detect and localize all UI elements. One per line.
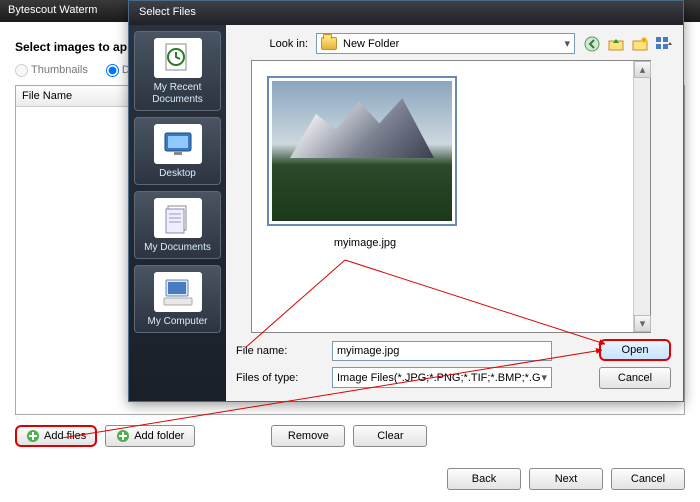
radio-thumbnails-label: Thumbnails: [31, 64, 88, 76]
lookin-value: New Folder: [343, 38, 399, 50]
image-thumbnail[interactable]: [267, 76, 457, 226]
folder-icon: [321, 37, 337, 50]
nav-buttons: Back Next Cancel: [447, 468, 685, 490]
cancel-button-dialog[interactable]: Cancel: [599, 367, 671, 389]
sidebar-item-desktop[interactable]: Desktop: [134, 117, 221, 185]
chevron-down-icon: ▾: [541, 371, 547, 384]
desktop-icon: [154, 124, 202, 164]
view-menu-icon[interactable]: [655, 35, 673, 53]
scroll-down-button[interactable]: ▾: [634, 315, 651, 332]
dialog-title-text: Select Files: [139, 6, 196, 18]
lookin-label: Look in:: [236, 38, 308, 50]
next-button[interactable]: Next: [529, 468, 603, 490]
remove-button[interactable]: Remove: [271, 425, 345, 447]
sidebar-item-label: Desktop: [137, 168, 218, 180]
scroll-up-button[interactable]: ▴: [634, 61, 651, 78]
sidebar-item-label: My Computer: [137, 316, 218, 328]
radio-thumbnails[interactable]: Thumbnails: [15, 64, 88, 76]
vertical-scrollbar[interactable]: ▴ ▾: [633, 61, 650, 332]
add-folder-label: Add folder: [134, 430, 184, 442]
image-content: [272, 81, 452, 221]
add-icon: [116, 429, 130, 443]
filetype-value: Image Files(*.JPG;*.PNG;*.TIF;*.BMP;*.GI…: [337, 372, 541, 384]
sidebar-item-mydocs[interactable]: My Documents: [134, 191, 221, 259]
back-label: Back: [472, 473, 496, 485]
back-button[interactable]: Back: [447, 468, 521, 490]
cancel-label-dialog: Cancel: [618, 372, 652, 384]
sidebar-item-mycomputer[interactable]: My Computer: [134, 265, 221, 333]
dialog-right-pane: Look in: New Folder ▾: [226, 25, 683, 401]
cancel-label-main: Cancel: [631, 473, 665, 485]
add-files-label: Add files: [44, 430, 86, 442]
places-sidebar: My Recent Documents Desktop My Documents…: [129, 25, 226, 401]
add-files-button[interactable]: Add files: [15, 425, 97, 447]
radio-thumbnails-input[interactable]: [15, 64, 28, 77]
open-label: Open: [622, 344, 649, 356]
new-folder-icon[interactable]: [631, 35, 649, 53]
mountain-shape: [290, 95, 434, 158]
remove-label: Remove: [288, 430, 329, 442]
file-preview-pane[interactable]: myimage.jpg ▴ ▾: [251, 60, 651, 333]
filename-label: File name:: [236, 345, 324, 357]
preview-inner: myimage.jpg: [252, 61, 630, 332]
computer-icon: [154, 272, 202, 312]
open-button[interactable]: Open: [599, 339, 671, 361]
lookin-combo[interactable]: New Folder ▾: [316, 33, 575, 54]
bottom-buttons: Add files Add folder Remove Clear: [15, 425, 685, 447]
back-icon[interactable]: [583, 35, 601, 53]
main-title-text: Bytescout Waterm: [8, 4, 97, 16]
clear-button[interactable]: Clear: [353, 425, 427, 447]
filetype-combo[interactable]: Image Files(*.JPG;*.PNG;*.TIF;*.BMP;*.GI…: [332, 367, 552, 388]
dialog-titlebar: Select Files: [129, 1, 683, 25]
sidebar-item-label: My Recent Documents: [137, 82, 218, 106]
add-icon: [26, 429, 40, 443]
image-caption: myimage.jpg: [267, 237, 463, 249]
chevron-down-icon: ▾: [564, 37, 570, 50]
file-dialog: Select Files My Recent Documents Desktop…: [128, 0, 684, 402]
up-folder-icon[interactable]: [607, 35, 625, 53]
dialog-body: My Recent Documents Desktop My Documents…: [129, 25, 683, 401]
sidebar-item-recent[interactable]: My Recent Documents: [134, 31, 221, 111]
documents-icon: [154, 198, 202, 238]
clear-label: Clear: [377, 430, 403, 442]
add-folder-button[interactable]: Add folder: [105, 425, 195, 447]
cancel-button-main[interactable]: Cancel: [611, 468, 685, 490]
radio-details-input[interactable]: [106, 64, 119, 77]
dialog-buttons: Open Cancel: [599, 339, 671, 389]
lookin-row: Look in: New Folder ▾: [236, 33, 673, 54]
sidebar-item-label: My Documents: [137, 242, 218, 254]
filename-input[interactable]: [332, 341, 552, 361]
next-label: Next: [555, 473, 578, 485]
dialog-toolbar: [583, 35, 673, 53]
filetype-label: Files of type:: [236, 372, 324, 384]
recent-docs-icon: [154, 38, 202, 78]
